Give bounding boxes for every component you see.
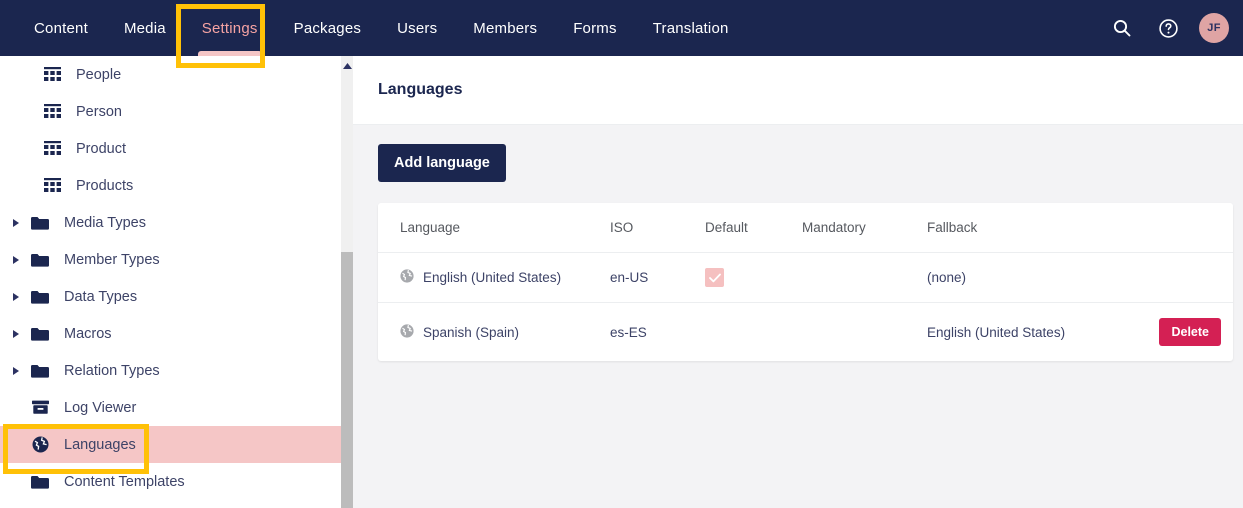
cell-iso: es-ES: [610, 324, 647, 340]
navbar-actions: JF: [1107, 0, 1229, 56]
cell-language: English (United States): [378, 252, 610, 303]
nav-tab-forms[interactable]: Forms: [555, 0, 635, 56]
app-root: Content Media Settings Packages Users Members…: [0, 0, 1243, 508]
default-checkbox[interactable]: [705, 268, 724, 287]
cell-default: [705, 252, 802, 303]
expand-caret-icon[interactable]: [8, 218, 24, 227]
help-circle-icon[interactable]: [1153, 13, 1183, 43]
table-row[interactable]: English (United States) en-US (none): [378, 252, 1233, 303]
folder-icon: [24, 253, 56, 267]
content-header: Languages: [353, 56, 1243, 125]
column-header-default: Default: [705, 203, 802, 253]
grid-icon: [36, 67, 68, 82]
sidebar-scrollbar[interactable]: [341, 56, 353, 508]
sidebar-item-media-types[interactable]: Media Types: [0, 204, 341, 241]
cell-mandatory: [802, 252, 927, 303]
sidebar-item-person[interactable]: Person: [0, 93, 341, 130]
folder-icon: [24, 327, 56, 341]
globe-icon: [400, 323, 414, 341]
sidebar-item-label: Member Types: [64, 251, 160, 268]
sidebar-item-list: People Person Product Products Media Types Me…: [0, 56, 341, 500]
cell-fallback: (none): [927, 252, 1157, 303]
sidebar-item-label: People: [76, 66, 122, 83]
cell-iso: en-US: [610, 252, 705, 303]
top-navbar: Content Media Settings Packages Users Members…: [0, 0, 1243, 60]
cell-default: [705, 303, 802, 362]
folder-icon: [24, 364, 56, 378]
sidebar-item-data-types[interactable]: Data Types: [0, 278, 341, 315]
column-header-language: Language: [378, 203, 610, 253]
add-language-button[interactable]: Add language: [378, 144, 506, 182]
nav-tab-settings[interactable]: Settings: [184, 0, 276, 60]
globe-icon: [400, 269, 414, 286]
nav-tab-members[interactable]: Members: [455, 0, 555, 56]
sidebar-item-member-types[interactable]: Member Types: [0, 241, 341, 278]
grid-icon: [36, 141, 68, 156]
sidebar-item-label: Media Types: [64, 214, 146, 231]
search-icon[interactable]: [1107, 13, 1137, 43]
sidebar-item-languages[interactable]: Languages: [0, 426, 341, 463]
sidebar-item-label: Product: [76, 140, 126, 157]
sidebar-item-label: Log Viewer: [64, 399, 137, 416]
sidebar-tree: People Person Product Products Media Types Me…: [0, 56, 341, 508]
folder-icon: [24, 216, 56, 230]
sidebar-item-relation-types[interactable]: Relation Types: [0, 352, 341, 389]
expand-caret-icon[interactable]: [8, 255, 24, 264]
column-header-mandatory: Mandatory: [802, 203, 927, 253]
sidebar-item-label: Data Types: [64, 288, 138, 305]
sidebar-item-label: Person: [76, 103, 122, 120]
grid-icon: [36, 104, 68, 119]
main-content: Languages Add language Language ISO Defaul…: [353, 56, 1243, 508]
page-title: Languages: [378, 81, 463, 98]
sidebar-item-label: Relation Types: [64, 362, 160, 379]
nav-tab-users[interactable]: Users: [379, 0, 455, 56]
table-header-row: Language ISO Default Mandatory Fallback: [378, 203, 1233, 253]
delete-button[interactable]: Delete: [1159, 318, 1221, 346]
sidebar-item-label: Content Templates: [64, 473, 185, 490]
table-body: English (United States) en-US (none) Spanis…: [378, 252, 1233, 362]
sidebar-item-content-templates[interactable]: Content Templates: [0, 463, 341, 500]
sidebar-item-people[interactable]: People: [0, 56, 341, 93]
scrollbar-thumb[interactable]: [341, 252, 353, 508]
language-name: English (United States): [423, 270, 562, 285]
column-header-fallback: Fallback: [927, 203, 1157, 253]
sidebar-item-label: Products: [76, 177, 134, 194]
nav-tab-list: Content Media Settings Packages Users Members…: [0, 0, 747, 60]
avatar[interactable]: JF: [1199, 13, 1229, 43]
nav-tab-content[interactable]: Content: [16, 0, 106, 56]
sidebar-item-label: Macros: [64, 325, 112, 342]
table-head: Language ISO Default Mandatory Fallback: [378, 203, 1233, 253]
nav-tab-media[interactable]: Media: [106, 0, 184, 56]
cell-actions: [1157, 252, 1233, 303]
languages-table-card: Language ISO Default Mandatory Fallback Engl…: [378, 203, 1233, 361]
expand-caret-icon[interactable]: [8, 366, 24, 375]
sidebar-item-label: Languages: [64, 436, 136, 453]
nav-tab-translation[interactable]: Translation: [635, 0, 747, 56]
caret-up-icon[interactable]: [341, 60, 353, 72]
cell-actions: Delete: [1157, 303, 1233, 362]
language-name: Spanish (Spain): [423, 324, 520, 340]
sidebar-item-product[interactable]: Product: [0, 130, 341, 167]
cell-fallback: English (United States): [927, 324, 1066, 340]
grid-icon: [36, 178, 68, 193]
languages-table: Language ISO Default Mandatory Fallback Engl…: [378, 203, 1233, 361]
table-row[interactable]: Spanish (Spain) es-ES English (United Stat…: [378, 303, 1233, 362]
sidebar-item-products[interactable]: Products: [0, 167, 341, 204]
content-body: Add language Language ISO Default Mandatory…: [353, 125, 1243, 361]
expand-caret-icon[interactable]: [8, 329, 24, 338]
folder-icon: [24, 290, 56, 304]
column-header-actions: [1157, 203, 1233, 253]
sidebar-item-macros[interactable]: Macros: [0, 315, 341, 352]
folder-icon: [24, 475, 56, 489]
expand-caret-icon[interactable]: [8, 292, 24, 301]
archive-icon: [24, 400, 56, 415]
nav-tab-packages[interactable]: Packages: [276, 0, 379, 56]
cell-mandatory: [802, 303, 927, 362]
column-header-iso: ISO: [610, 203, 705, 253]
sidebar-item-log-viewer[interactable]: Log Viewer: [0, 389, 341, 426]
cell-language: Spanish (Spain): [378, 303, 610, 362]
globe-icon: [24, 436, 56, 453]
